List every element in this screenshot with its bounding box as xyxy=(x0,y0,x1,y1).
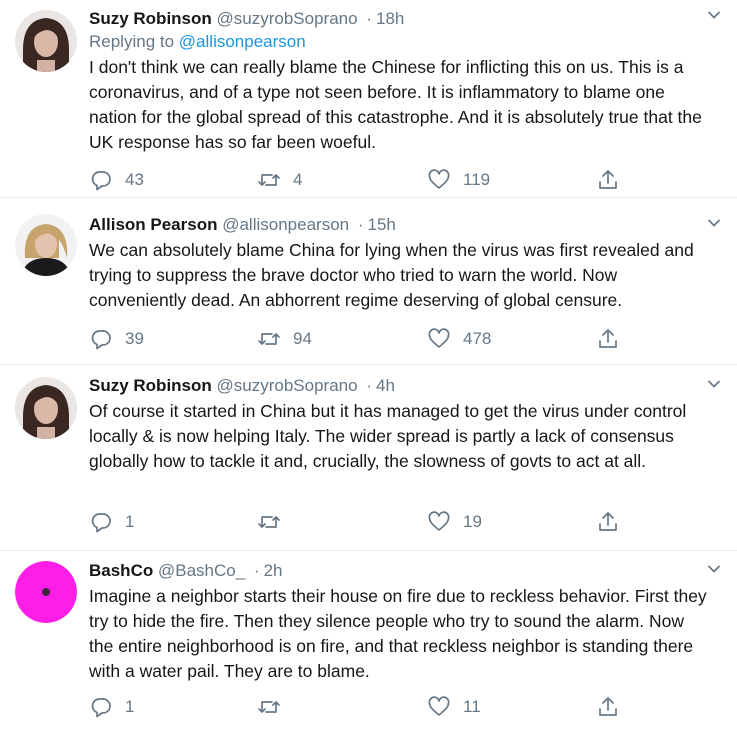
retweet-count: 4 xyxy=(293,170,303,189)
share-button[interactable] xyxy=(596,327,620,351)
reply-count: 43 xyxy=(125,170,144,189)
reply-button[interactable]: 1 xyxy=(89,510,134,534)
like-count: 478 xyxy=(463,329,492,348)
retweet-icon xyxy=(258,333,280,345)
share-button[interactable] xyxy=(596,168,620,192)
caret-down-icon[interactable] xyxy=(707,10,721,20)
retweet-button[interactable]: 94 xyxy=(257,327,312,351)
like-button[interactable]: 19 xyxy=(427,510,482,534)
tweet-actions: 1 19 xyxy=(89,510,629,534)
tweet-actions: 39 94 478 xyxy=(89,327,629,351)
replying-label: Replying to xyxy=(89,32,175,51)
tweet[interactable]: Allison Pearson @allisonpearson · 15h We … xyxy=(0,198,737,365)
tweet[interactable]: Suzy Robinson @suzyrobSoprano · 4h Of cou… xyxy=(0,365,737,551)
separator: · xyxy=(366,9,372,28)
user-handle[interactable]: @BashCo_ xyxy=(158,561,245,580)
like-count: 19 xyxy=(463,512,482,531)
reply-icon xyxy=(91,330,111,350)
share-button[interactable] xyxy=(596,695,620,719)
caret-down-icon[interactable] xyxy=(707,564,721,574)
tweet-header: Allison Pearson @allisonpearson · 15h xyxy=(89,214,709,236)
timestamp[interactable]: 2h xyxy=(264,561,283,580)
retweet-icon xyxy=(258,174,280,186)
like-icon xyxy=(428,169,450,189)
avatar[interactable] xyxy=(15,214,77,276)
share-icon xyxy=(599,329,617,348)
tweet-text: We can absolutely blame China for lying … xyxy=(89,240,694,310)
retweet-icon xyxy=(258,701,280,713)
caret-down-icon[interactable] xyxy=(707,379,721,389)
like-icon xyxy=(428,696,450,716)
tweet-header: Suzy Robinson @suzyrobSoprano · 18h xyxy=(89,8,709,30)
retweet-button[interactable] xyxy=(257,510,293,534)
tweet-content: Suzy Robinson @suzyrobSoprano · 4h Of cou… xyxy=(89,375,709,474)
separator: · xyxy=(357,215,364,234)
tweet-text: Imagine a neighbor starts their house on… xyxy=(89,586,707,681)
avatar-photo xyxy=(15,10,77,72)
avatar-photo xyxy=(15,377,77,439)
tweet-actions: 1 11 xyxy=(89,695,629,719)
like-count: 119 xyxy=(463,170,491,189)
tweet-header: Suzy Robinson @suzyrobSoprano · 4h xyxy=(89,375,709,397)
tweet-text: Of course it started in China but it has… xyxy=(89,401,687,471)
display-name[interactable]: Suzy Robinson xyxy=(89,376,212,395)
reply-icon xyxy=(91,698,111,718)
user-handle[interactable]: @suzyrobSoprano xyxy=(217,9,358,28)
reply-count: 39 xyxy=(125,329,144,348)
timestamp[interactable]: 4h xyxy=(376,376,395,395)
caret-down-icon[interactable] xyxy=(707,218,721,228)
retweet-button[interactable]: 4 xyxy=(257,168,302,192)
like-count: 11 xyxy=(463,697,481,716)
reply-button[interactable]: 1 xyxy=(89,695,134,719)
tweet[interactable]: Suzy Robinson @suzyrobSoprano · 18h Reply… xyxy=(0,0,737,198)
avatar[interactable] xyxy=(15,561,77,623)
share-icon xyxy=(599,697,617,716)
like-icon xyxy=(428,511,450,531)
tweet-actions: 43 4 119 xyxy=(89,168,629,192)
display-name[interactable]: Allison Pearson xyxy=(89,215,217,234)
timestamp[interactable]: 15h xyxy=(368,215,396,234)
share-icon xyxy=(599,170,617,189)
timestamp[interactable]: 18h xyxy=(376,9,404,28)
mention-link[interactable]: @allisonpearson xyxy=(179,32,306,51)
reply-icon xyxy=(91,171,111,191)
reply-count: 1 xyxy=(125,512,135,531)
avatar[interactable] xyxy=(15,10,77,72)
tweet-text: I don't think we can really blame the Ch… xyxy=(89,57,702,152)
like-button[interactable]: 119 xyxy=(427,168,490,192)
reply-count: 1 xyxy=(125,697,135,716)
avatar-photo xyxy=(15,214,77,276)
display-name[interactable]: Suzy Robinson xyxy=(89,9,212,28)
tweet-content: BashCo @BashCo_ · 2h Imagine a neighbor s… xyxy=(89,560,709,684)
avatar[interactable] xyxy=(15,377,77,439)
tweet[interactable]: BashCo @BashCo_ · 2h Imagine a neighbor s… xyxy=(0,551,737,735)
retweet-icon xyxy=(258,516,280,528)
tweet-header: BashCo @BashCo_ · 2h xyxy=(89,560,709,582)
reply-button[interactable]: 43 xyxy=(89,168,144,192)
retweet-count: 94 xyxy=(293,329,312,348)
share-button[interactable] xyxy=(596,510,620,534)
avatar-photo xyxy=(15,561,77,623)
tweet-content: Allison Pearson @allisonpearson · 15h We … xyxy=(89,214,709,313)
separator: · xyxy=(366,376,372,395)
reply-icon xyxy=(91,513,111,533)
like-button[interactable]: 478 xyxy=(427,327,491,351)
reply-button[interactable]: 39 xyxy=(89,327,144,351)
tweet-content: Suzy Robinson @suzyrobSoprano · 18h Reply… xyxy=(89,8,709,155)
user-handle[interactable]: @allisonpearson xyxy=(222,215,349,234)
retweet-button[interactable] xyxy=(257,695,293,719)
replying-to: Replying to @allisonpearson xyxy=(89,31,709,53)
share-icon xyxy=(599,512,617,531)
display-name[interactable]: BashCo xyxy=(89,561,153,580)
like-icon xyxy=(428,328,450,348)
user-handle[interactable]: @suzyrobSoprano xyxy=(217,376,358,395)
separator: · xyxy=(253,561,260,580)
like-button[interactable]: 11 xyxy=(427,695,481,719)
